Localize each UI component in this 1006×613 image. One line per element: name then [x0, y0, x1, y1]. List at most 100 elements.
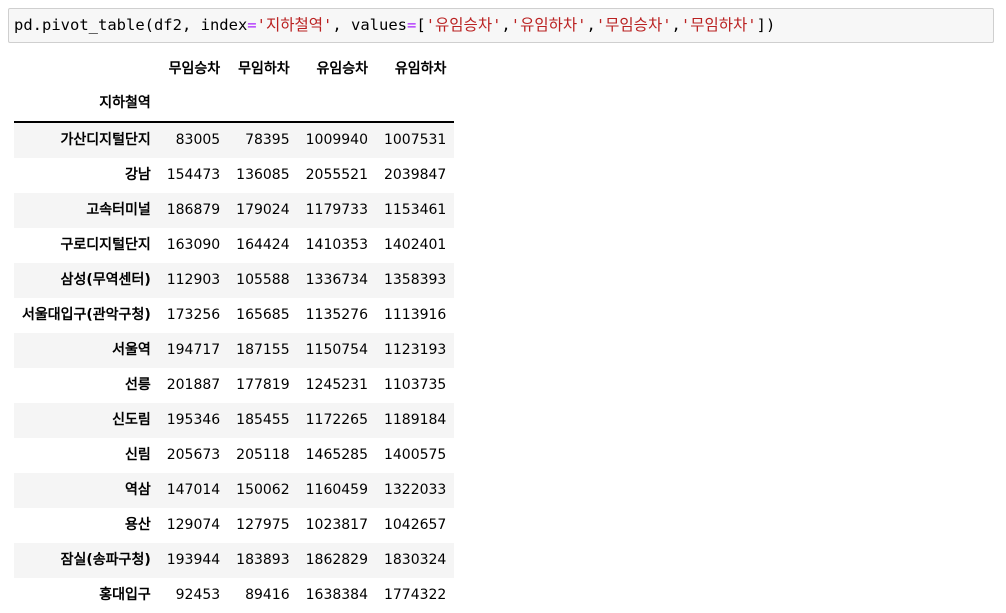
- row-index-label: 잠실(송파구청): [60, 552, 151, 568]
- table-cell: 129074: [166, 517, 221, 533]
- row-index-label: 용산: [124, 517, 151, 533]
- table-cell: 1179733: [305, 202, 368, 218]
- table-cell: 150062: [236, 482, 290, 498]
- table-row: 잠실(송파구청) 193944 183893 1862829 1830324: [14, 543, 455, 578]
- code-token: '무임하차': [680, 16, 757, 34]
- table-cell: 1150754: [305, 342, 368, 358]
- code-cell-input[interactable]: pd.pivot_table(df2, index='지하철역', values…: [8, 8, 994, 43]
- code-token: =: [407, 16, 417, 34]
- table-cell: 154473: [166, 167, 221, 183]
- table-cell: 187155: [236, 342, 290, 358]
- table-cell: 1007531: [383, 132, 447, 148]
- dataframe-output: 무임승차 무임하차 유임승차 유임하차 지하철역 가산디지털단지 83005 783…: [14, 52, 455, 613]
- table-row: 신림 205673 205118 1465285 1400575: [14, 438, 454, 473]
- pivot-table: 무임승차 무임하차 유임승차 유임하차 지하철역 가산디지털단지 83005 783…: [14, 52, 455, 613]
- table-cell: 1830324: [383, 552, 447, 568]
- table-cell: 1402401: [383, 237, 447, 253]
- table-cell: 1160459: [305, 482, 368, 498]
- code-token: =: [247, 16, 257, 34]
- code-token: '무임승차': [595, 16, 672, 34]
- table-cell: 1638384: [305, 587, 368, 603]
- table-cell: 92453: [175, 587, 221, 603]
- table-cell: 1400575: [383, 447, 447, 463]
- table-cell: 177819: [236, 377, 290, 393]
- row-index-label: 홍대입구: [99, 587, 151, 603]
- table-cell: 112903: [166, 272, 221, 288]
- table-cell: 78395: [245, 132, 290, 148]
- row-index-label: 강남: [124, 167, 151, 183]
- code-token: '유임승차': [425, 16, 502, 34]
- table-cell: 1103735: [383, 377, 447, 393]
- table-cell: 1336734: [305, 272, 368, 288]
- table-row: 역삼 147014 150062 1160459 1322033: [14, 473, 455, 508]
- row-index-label: 고속터미널: [86, 202, 151, 218]
- code-token: ,: [586, 16, 596, 34]
- column-header: 무임승차: [168, 61, 221, 77]
- row-index-label: 가산디지털단지: [60, 132, 151, 148]
- row-index-label: 선릉: [124, 377, 151, 393]
- table-cell: 1189184: [383, 412, 447, 428]
- table-cell: 1123193: [383, 342, 447, 358]
- table-cell: 164424: [236, 237, 290, 253]
- code-line: pd.pivot_table(df2, index='지하철역', values…: [14, 16, 775, 34]
- table-cell: 1245231: [305, 377, 368, 393]
- table-cell: 2055521: [305, 167, 368, 183]
- table-cell: 1862829: [305, 552, 368, 568]
- code-token: pd.pivot_table(df2, index: [14, 16, 248, 34]
- table-cell: 186879: [166, 202, 221, 218]
- column-header: 유임하차: [394, 61, 447, 77]
- row-index-label: 역삼: [124, 482, 151, 498]
- table-cell: 183893: [236, 552, 290, 568]
- table-cell: 147014: [166, 482, 221, 498]
- table-row: 고속터미널 186879 179024 1179733 1153461: [14, 193, 455, 228]
- index-name: 지하철역: [99, 95, 151, 111]
- table-row: 용산 129074 127975 1023817 1042657: [14, 508, 454, 543]
- table-cell: 1009940: [305, 132, 368, 148]
- code-token: ,: [671, 16, 681, 34]
- table-cell: 205118: [236, 447, 290, 463]
- table-body: 가산디지털단지 83005 78395 1009940 1007531 강남 154473 1…: [14, 122, 455, 613]
- table-cell: 127975: [236, 517, 290, 533]
- table-cell: 163090: [166, 237, 221, 253]
- table-cell: 195346: [166, 412, 221, 428]
- table-cell: 83005: [175, 132, 221, 148]
- table-cell: 165685: [236, 307, 290, 323]
- code-token: , values: [332, 16, 408, 34]
- column-header-row: 무임승차 무임하차 유임승차 유임하차: [14, 52, 454, 86]
- table-cell: 185455: [236, 412, 290, 428]
- table-cell: 1465285: [305, 447, 368, 463]
- table-cell: 194717: [166, 342, 221, 358]
- table-cell: 1153461: [383, 202, 447, 218]
- table-cell: 1322033: [383, 482, 447, 498]
- row-index-label: 삼성(무역센터): [60, 272, 151, 288]
- table-cell: 1023817: [305, 517, 368, 533]
- code-token: [: [416, 16, 426, 34]
- row-index-label: 서울역: [112, 342, 151, 358]
- table-row: 서울대입구(관악구청) 173256 165685 1135276 1113916: [14, 298, 454, 333]
- table-row: 삼성(무역센터) 112903 105588 1336734 1358393: [14, 263, 455, 298]
- table-cell: 2039847: [383, 167, 447, 183]
- table-row: 가산디지털단지 83005 78395 1009940 1007531: [14, 122, 455, 158]
- code-token: ,: [501, 16, 511, 34]
- row-index-label: 신림: [124, 447, 151, 463]
- row-index-label: 구로디지털단지: [60, 237, 151, 253]
- column-header: 유임승차: [316, 61, 368, 77]
- table-cell: 201887: [166, 377, 221, 393]
- column-header: 무임하차: [238, 61, 290, 77]
- table-row: 선릉 201887 177819 1245231 1103735: [14, 368, 454, 403]
- row-index-label: 서울대입구(관악구청): [22, 307, 151, 323]
- index-name-row: 지하철역: [14, 86, 455, 122]
- code-token: '지하철역': [256, 16, 333, 34]
- table-row: 강남 154473 136085 2055521 2039847: [14, 158, 454, 193]
- code-token: ]): [756, 16, 776, 34]
- table-cell: 205673: [166, 447, 221, 463]
- table-cell: 193944: [166, 552, 221, 568]
- table-row: 구로디지털단지 163090 164424 1410353 1402401: [14, 228, 454, 263]
- table-cell: 179024: [236, 202, 290, 218]
- table-cell: 1410353: [305, 237, 368, 253]
- table-cell: 1172265: [305, 412, 368, 428]
- corner-cell: [14, 52, 159, 86]
- table-row: 신도림 195346 185455 1172265 1189184: [14, 403, 455, 438]
- table-row: 홍대입구 92453 89416 1638384 1774322: [14, 578, 454, 613]
- table-cell: 1774322: [383, 587, 447, 603]
